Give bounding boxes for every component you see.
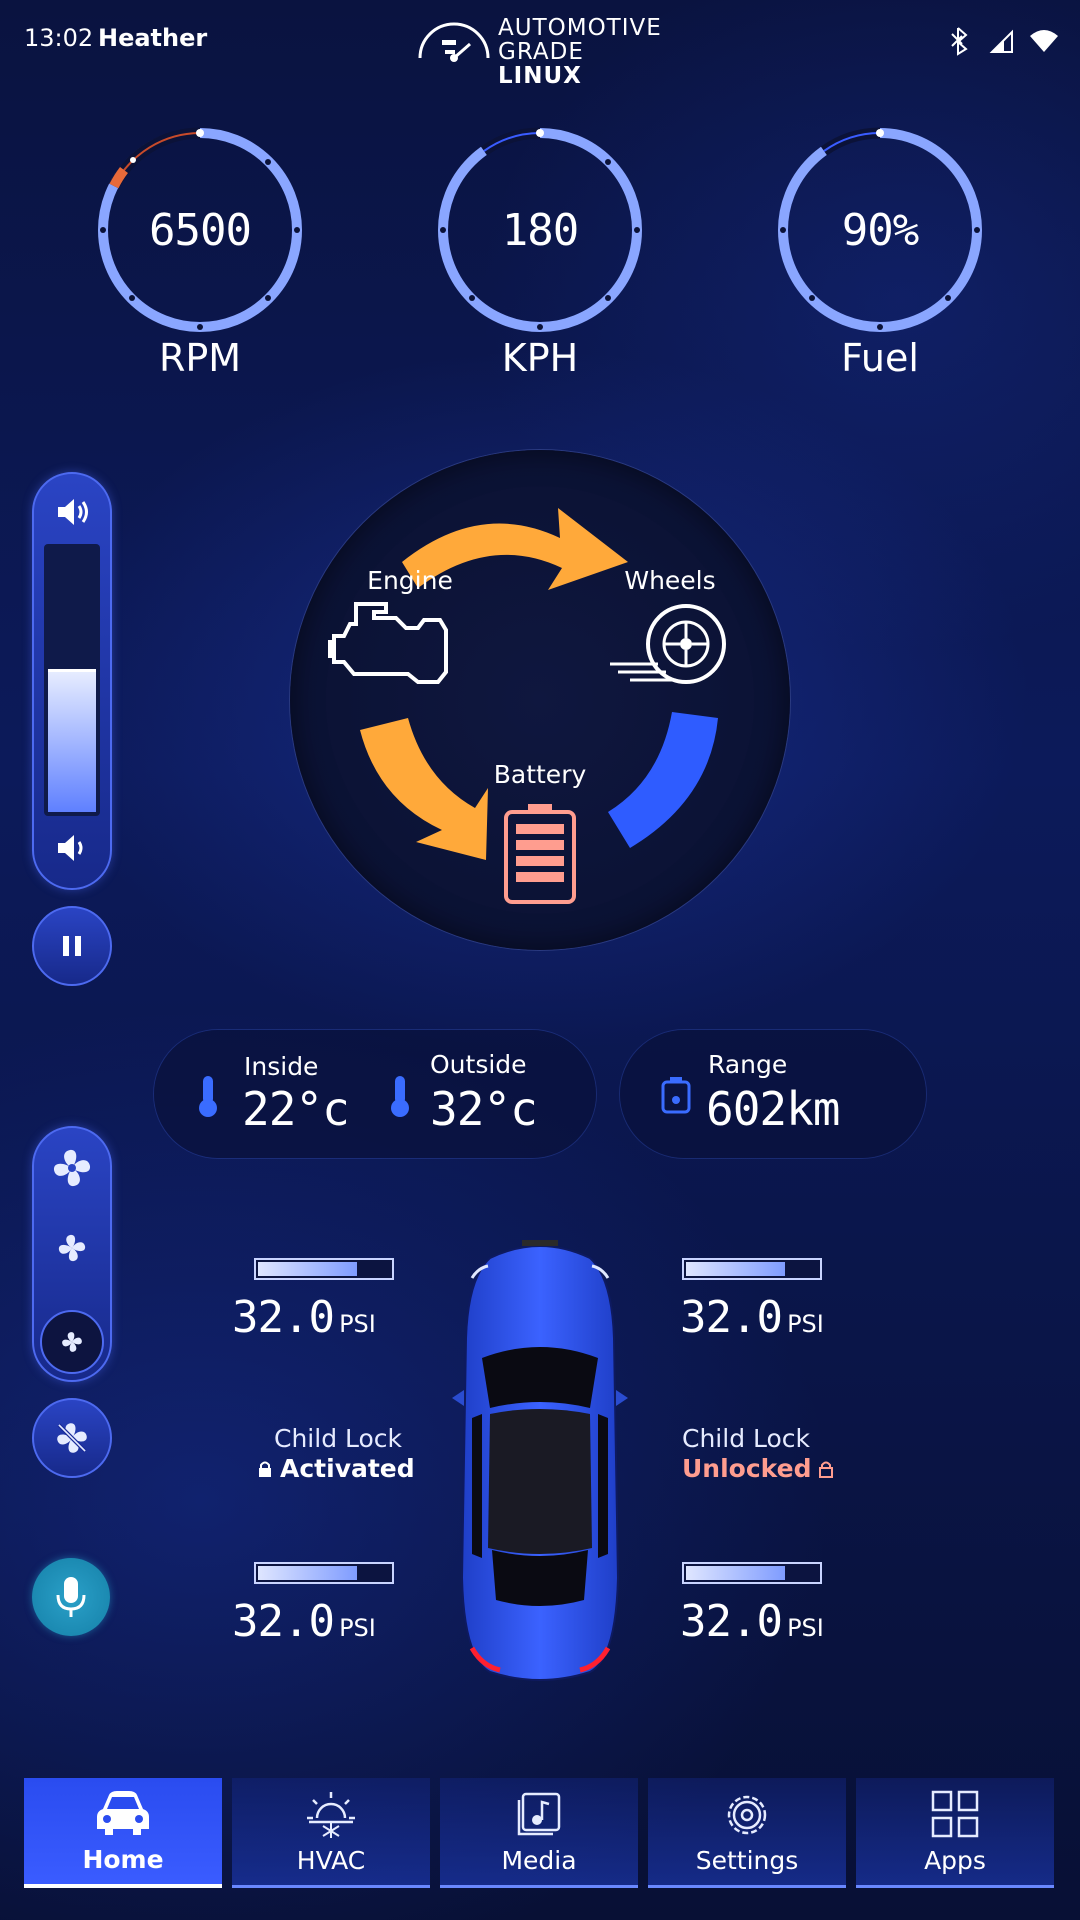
child-lock-right-label: Child Lock (682, 1424, 811, 1453)
speedometer-logo-icon (418, 22, 490, 62)
fuel-gauge: 90% (770, 120, 990, 340)
voice-assistant-button[interactable] (32, 1558, 110, 1636)
unlock-icon (819, 1461, 834, 1478)
status-icons (940, 24, 1060, 56)
fuel-can-icon (660, 1076, 692, 1118)
tire-pressure-unit: PSI (339, 1310, 376, 1338)
child-lock-left-status: Activated (280, 1454, 415, 1483)
outside-temp: 32°c (430, 1082, 538, 1136)
battery-to-wheels-arc (608, 712, 718, 848)
fan-medium-icon[interactable] (56, 1232, 88, 1268)
logo-line-2: GRADE LINUX (498, 39, 584, 89)
pause-button[interactable] (32, 906, 112, 986)
status-time: 13:02 (24, 24, 94, 52)
battery-icon (502, 802, 578, 906)
fuel-label: Fuel (841, 336, 919, 380)
tire-pressure-unit: PSI (339, 1614, 376, 1642)
agl-logo: AUTOMOTIVE GRADE LINUX (414, 14, 674, 88)
energy-flow-diagram: Engine Wheels Battery (290, 450, 790, 950)
media-icon (517, 1792, 561, 1836)
fan-off-icon (57, 1423, 87, 1453)
thermometer-icon (388, 1074, 412, 1122)
hvac-icon (307, 1792, 355, 1838)
tab-media-label: Media (501, 1846, 577, 1875)
car-top-view (452, 1238, 628, 1682)
speed-value: 180 (501, 204, 579, 256)
tire-pressure-unit: PSI (787, 1310, 824, 1338)
tire-pressure-value: 32.0 (680, 1596, 783, 1647)
child-lock-left[interactable]: Activated (258, 1454, 415, 1483)
tab-home[interactable]: Home (24, 1778, 222, 1888)
tire-pressure-value: 32.0 (232, 1596, 335, 1647)
tire-front-left (254, 1258, 394, 1280)
user-name[interactable]: Heather (98, 24, 207, 52)
tire-front-right (682, 1258, 822, 1280)
tab-home-label: Home (82, 1845, 164, 1874)
tire-pressure-bar (682, 1258, 822, 1280)
child-lock-right-status: Unlocked (682, 1454, 812, 1483)
volume-up-icon[interactable] (52, 494, 92, 530)
signal-icon (989, 29, 1013, 53)
wheels-label: Wheels (624, 566, 716, 595)
rpm-gauge: 6500 (90, 120, 310, 340)
lock-icon (259, 1461, 271, 1477)
range-value: 602km (706, 1082, 840, 1136)
tire-rear-left (254, 1562, 394, 1584)
child-lock-right[interactable]: Unlocked (682, 1454, 834, 1483)
wheel-icon (610, 604, 732, 690)
tire-rear-right-reading: 32.0 PSI (680, 1596, 824, 1647)
tire-front-left-reading: 32.0 PSI (232, 1292, 376, 1343)
tire-rear-left-reading: 32.0 PSI (232, 1596, 376, 1647)
wifi-icon (1030, 30, 1058, 52)
tab-media[interactable]: Media (440, 1778, 638, 1888)
range-panel: Range 602km (620, 1030, 926, 1158)
tire-pressure-value: 32.0 (232, 1292, 335, 1343)
thermometer-icon (196, 1074, 220, 1122)
fan-off-button[interactable] (32, 1398, 112, 1478)
tab-hvac[interactable]: HVAC (232, 1778, 430, 1888)
engine-to-battery-arrow (360, 718, 488, 860)
battery-label: Battery (493, 760, 587, 789)
logo-line-1: AUTOMOTIVE (498, 15, 662, 41)
speed-label: KPH (501, 336, 579, 380)
rpm-value: 6500 (149, 204, 252, 256)
car-icon (97, 1791, 149, 1835)
child-lock-left-label: Child Lock (274, 1424, 403, 1453)
tab-settings-label: Settings (695, 1846, 799, 1875)
inside-temp: 22°c (242, 1082, 350, 1136)
tire-front-right-reading: 32.0 PSI (680, 1292, 824, 1343)
tire-pressure-bar (682, 1562, 822, 1584)
outside-label: Outside (430, 1050, 527, 1079)
fan-low-icon (62, 1332, 82, 1352)
inside-label: Inside (244, 1052, 319, 1081)
tab-hvac-label: HVAC (296, 1846, 366, 1875)
bluetooth-icon (951, 27, 968, 56)
tire-pressure-bar (254, 1562, 394, 1584)
volume-slider[interactable] (44, 544, 100, 816)
volume-panel (32, 472, 112, 890)
temperature-panel: Inside 22°c Outside 32°c (154, 1030, 596, 1158)
engine-icon (326, 600, 450, 690)
volume-level (48, 669, 96, 812)
fuel-value: 90% (841, 204, 919, 256)
tab-apps[interactable]: Apps (856, 1778, 1054, 1888)
pause-icon (63, 936, 81, 956)
tab-settings[interactable]: Settings (648, 1778, 846, 1888)
tire-pressure-value: 32.0 (680, 1292, 783, 1343)
tab-apps-label: Apps (924, 1846, 986, 1875)
range-label: Range (708, 1050, 788, 1079)
microphone-icon (56, 1577, 86, 1617)
fan-speed-panel (32, 1126, 112, 1382)
apps-grid-icon (931, 1790, 979, 1838)
engine-label: Engine (367, 566, 453, 595)
tire-pressure-unit: PSI (787, 1614, 824, 1642)
volume-down-icon[interactable] (52, 830, 92, 866)
gear-icon (727, 1795, 767, 1835)
fan-low-button[interactable] (40, 1310, 104, 1374)
fan-high-icon[interactable] (50, 1146, 94, 1194)
rpm-label: RPM (158, 336, 242, 380)
speed-gauge: 180 (430, 120, 650, 340)
tire-rear-right (682, 1562, 822, 1584)
tire-pressure-bar (254, 1258, 394, 1280)
